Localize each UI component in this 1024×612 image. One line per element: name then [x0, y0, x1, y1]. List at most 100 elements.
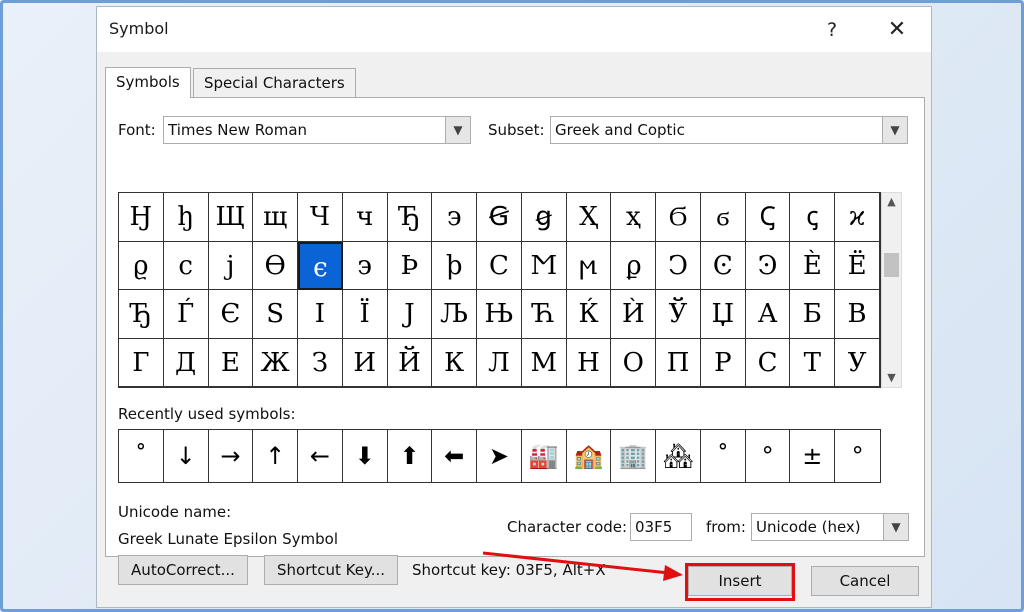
cancel-button[interactable]: Cancel [811, 566, 919, 596]
symbol-cell[interactable]: Ϭ [656, 193, 701, 242]
symbol-cell[interactable]: Ђ [387, 193, 433, 242]
chevron-down-icon[interactable]: ▼ [883, 514, 908, 540]
symbol-cell[interactable]: ꞔ [790, 193, 836, 242]
symbol-cell[interactable]: Р [700, 338, 746, 387]
symbol-cell[interactable]: І [298, 290, 343, 339]
recent-symbol-cell[interactable]: ← [298, 430, 343, 482]
recent-symbol-cell[interactable]: ⬅ [432, 430, 478, 482]
symbol-cell[interactable]: Ͽ [745, 241, 791, 290]
symbol-cell[interactable]: ϵ [298, 241, 343, 290]
symbol-cell[interactable]: Д [163, 338, 209, 387]
symbol-cell[interactable]: Ѕ [253, 290, 299, 339]
symbol-cell[interactable]: Н [566, 338, 612, 387]
recent-symbol-cell[interactable]: 🏭 [522, 430, 567, 482]
symbol-cell[interactable]: щ [253, 193, 299, 242]
recent-symbol-cell[interactable]: ° [746, 430, 791, 482]
symbol-cell[interactable]: Ѝ [611, 290, 657, 339]
symbol-cell[interactable]: ϼ [611, 241, 657, 290]
symbol-cell[interactable]: Ћ [521, 290, 567, 339]
symbol-cell[interactable]: Щ [208, 193, 254, 242]
symbol-cell[interactable]: П [656, 338, 701, 387]
symbol-cell[interactable]: ϭ [700, 193, 746, 242]
symbol-cell[interactable]: Ч [298, 193, 343, 242]
symbol-cell[interactable]: С [745, 338, 791, 387]
recent-symbol-cell[interactable]: 🏢 [611, 430, 657, 482]
chevron-up-icon[interactable]: ▲ [882, 193, 901, 211]
symbol-cell[interactable]: ꜧ [163, 193, 209, 242]
scroll-thumb[interactable] [884, 253, 899, 277]
recent-symbol-cell[interactable]: ˚ [701, 430, 746, 482]
symbol-cell[interactable]: э [432, 193, 478, 242]
help-button[interactable]: ? [817, 15, 847, 45]
symbol-cell[interactable]: Б [790, 290, 836, 339]
symbol-cell[interactable]: З [298, 338, 343, 387]
symbol-cell[interactable]: ϻ [566, 241, 612, 290]
symbol-cell[interactable]: Ў [656, 290, 701, 339]
tab-special-characters[interactable]: Special Characters [193, 68, 356, 98]
symbol-cell[interactable]: Ϲ [477, 241, 522, 290]
recent-symbol-cell[interactable]: → [209, 430, 254, 482]
symbol-cell[interactable]: ϶ [342, 241, 388, 290]
symbol-cell[interactable]: Л [477, 338, 522, 387]
recent-symbol-cell[interactable]: 🏫 [567, 430, 612, 482]
autocorrect-button[interactable]: AutoCorrect... [118, 555, 248, 585]
chevron-down-icon[interactable]: ▼ [882, 369, 901, 387]
symbol-cell[interactable]: ҳ [611, 193, 657, 242]
symbol-cell[interactable]: Ї [342, 290, 388, 339]
symbol-cell[interactable]: ꞡ [521, 193, 567, 242]
symbol-cell[interactable]: Ђ [119, 290, 164, 339]
grid-scrollbar[interactable]: ▲ ▼ [881, 192, 902, 388]
symbol-cell[interactable]: Ј [387, 290, 433, 339]
symbol-cell[interactable]: В [835, 290, 880, 339]
symbol-cell[interactable]: ϳ [208, 241, 254, 290]
symbol-cell[interactable]: Њ [477, 290, 522, 339]
symbol-cell[interactable]: У [835, 338, 880, 387]
symbol-cell[interactable]: ϰ [835, 193, 880, 242]
symbol-cell[interactable]: Ꞡ [477, 193, 522, 242]
chevron-down-icon[interactable]: ▼ [445, 117, 470, 143]
symbol-cell[interactable]: Ͻ [656, 241, 701, 290]
symbol-cell[interactable]: Ϻ [521, 241, 567, 290]
symbol-cell[interactable]: Ќ [566, 290, 612, 339]
symbol-cell[interactable]: Ꜧ [119, 193, 164, 242]
recent-symbol-cell[interactable]: ↓ [164, 430, 209, 482]
symbol-cell[interactable]: Є [208, 290, 254, 339]
symbol-cell[interactable]: ϴ [253, 241, 299, 290]
symbol-cell[interactable]: Ё [835, 241, 880, 290]
symbol-cell[interactable]: М [521, 338, 567, 387]
symbol-cell[interactable]: ϲ [163, 241, 209, 290]
font-dropdown[interactable]: Times New Roman ▼ [163, 116, 471, 144]
symbol-cell[interactable]: ч [342, 193, 388, 242]
symbol-cell[interactable]: Џ [700, 290, 746, 339]
symbol-cell[interactable]: Ͼ [700, 241, 746, 290]
from-dropdown[interactable]: Unicode (hex) ▼ [751, 513, 909, 541]
symbol-cell[interactable]: Ꞔ [745, 193, 791, 242]
symbol-cell[interactable]: Т [790, 338, 836, 387]
symbol-cell[interactable]: К [432, 338, 478, 387]
symbol-cell[interactable]: Ѐ [790, 241, 836, 290]
subset-dropdown[interactable]: Greek and Coptic ▼ [550, 116, 908, 144]
symbol-cell[interactable]: О [611, 338, 657, 387]
recent-symbol-cell[interactable]: ± [790, 430, 836, 482]
symbol-cell[interactable]: Й [387, 338, 433, 387]
tab-symbols[interactable]: Symbols [105, 67, 191, 98]
symbol-cell[interactable]: Љ [432, 290, 478, 339]
symbol-cell[interactable]: А [745, 290, 791, 339]
recent-symbol-cell[interactable]: ⬇ [343, 430, 388, 482]
symbol-cell[interactable]: Ѓ [163, 290, 209, 339]
symbol-cell[interactable]: И [342, 338, 388, 387]
symbol-cell[interactable]: Ж [253, 338, 299, 387]
close-button[interactable]: ✕ [875, 15, 919, 45]
symbol-cell[interactable]: ϱ [119, 241, 164, 290]
symbol-cell[interactable]: Ҳ [566, 193, 612, 242]
recent-symbol-cell[interactable]: ˚ [119, 430, 164, 482]
chevron-down-icon[interactable]: ▼ [882, 117, 907, 143]
symbol-cell[interactable]: Ϸ [387, 241, 433, 290]
shortcut-key-button[interactable]: Shortcut Key... [264, 555, 398, 585]
recent-symbol-cell[interactable]: ° [835, 430, 880, 482]
recent-symbol-cell[interactable]: ➤ [477, 430, 522, 482]
symbol-cell[interactable]: Е [208, 338, 254, 387]
symbol-cell[interactable]: ϸ [432, 241, 478, 290]
recent-symbol-cell[interactable]: 🏘 [656, 430, 701, 482]
symbol-cell[interactable]: Г [119, 338, 164, 387]
